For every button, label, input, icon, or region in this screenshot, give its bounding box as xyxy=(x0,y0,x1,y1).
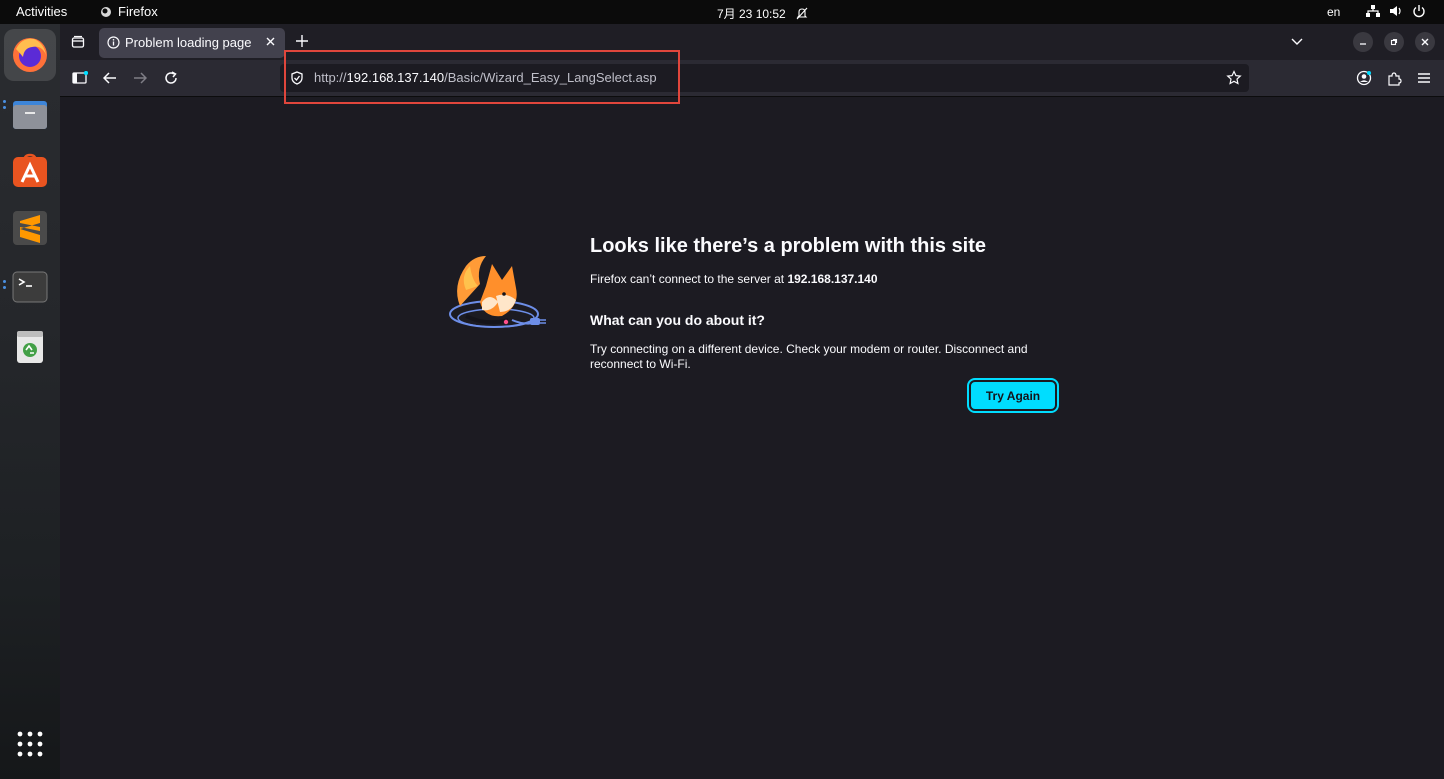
error-title: Looks like there’s a problem with this s… xyxy=(590,235,987,257)
system-top-bar: Activities Firefox 7月 23 10:52 en xyxy=(0,0,1444,24)
tab-bar: Problem loading page xyxy=(60,24,1444,60)
forward-button[interactable] xyxy=(130,68,150,88)
firefox-view-button[interactable] xyxy=(68,32,88,52)
sidebar-icon xyxy=(72,71,88,84)
firefox-view-icon xyxy=(71,35,85,48)
firefox-small-icon xyxy=(101,6,111,17)
dock-firefox[interactable] xyxy=(4,29,56,81)
error-description-text: Firefox can’t connect to the server at xyxy=(590,272,788,286)
error-server-host: 192.168.137.140 xyxy=(787,272,878,286)
dock-files[interactable] xyxy=(4,87,56,139)
dock-sublime-text[interactable] xyxy=(4,202,56,254)
reload-icon xyxy=(165,71,177,84)
clock[interactable]: 7月 23 10:52 xyxy=(717,5,808,22)
sidebar-button[interactable] xyxy=(70,68,90,88)
sublime-text-icon xyxy=(13,211,47,245)
show-apps-icon xyxy=(17,731,43,757)
system-tray[interactable] xyxy=(1366,3,1426,19)
minimize-icon xyxy=(1360,43,1366,45)
tab-close-button[interactable] xyxy=(266,34,275,49)
error-advice: Try connecting on a different device. Ch… xyxy=(590,342,1028,371)
account-icon xyxy=(1356,70,1372,86)
trash-icon xyxy=(17,331,43,363)
files-icon xyxy=(13,101,47,129)
list-all-tabs-button[interactable] xyxy=(1290,34,1304,53)
tab-problem-loading[interactable]: Problem loading page xyxy=(99,28,285,58)
terminal-icon xyxy=(12,271,48,303)
dock-app-center[interactable] xyxy=(4,144,56,196)
dock xyxy=(0,24,61,779)
dock-show-apps[interactable] xyxy=(4,718,56,770)
reload-button[interactable] xyxy=(161,68,181,88)
firefox-window: Problem loading page http://192.168.137.… xyxy=(60,24,1444,779)
error-subtitle: What can you do about it? xyxy=(590,312,765,328)
input-language-indicator[interactable]: en xyxy=(1327,5,1340,19)
fox-unplugged-illustration xyxy=(449,256,546,328)
clock-text: 7月 23 10:52 xyxy=(717,7,786,21)
puzzle-piece-icon xyxy=(1387,71,1402,86)
notifications-muted-icon xyxy=(796,7,808,20)
close-icon xyxy=(1421,38,1429,46)
app-center-icon xyxy=(13,153,47,187)
new-tab-button[interactable] xyxy=(296,31,308,52)
app-menu-button[interactable] xyxy=(1414,68,1434,88)
volume-icon xyxy=(1389,3,1403,19)
account-button[interactable] xyxy=(1354,68,1374,88)
hamburger-menu-icon xyxy=(1418,73,1430,83)
back-arrow-icon xyxy=(103,72,116,84)
firefox-icon xyxy=(13,38,47,72)
dock-trash[interactable] xyxy=(4,320,56,372)
restore-icon xyxy=(1390,38,1398,46)
power-icon xyxy=(1412,3,1426,19)
plus-icon xyxy=(296,35,308,47)
restore-button[interactable] xyxy=(1384,32,1404,52)
app-name: Firefox xyxy=(118,4,158,19)
dock-terminal[interactable] xyxy=(4,261,56,313)
forward-arrow-icon xyxy=(134,72,147,84)
tab-title: Problem loading page xyxy=(125,35,252,50)
error-description: Firefox can’t connect to the server at 1… xyxy=(590,272,878,286)
bookmark-star-icon[interactable] xyxy=(1226,70,1242,86)
back-button[interactable] xyxy=(100,68,120,88)
info-icon xyxy=(107,36,120,49)
chevron-down-icon xyxy=(1291,38,1303,45)
app-menu[interactable]: Firefox xyxy=(100,4,158,19)
extensions-button[interactable] xyxy=(1384,68,1404,88)
network-icon xyxy=(1366,3,1380,19)
url-highlight-annotation xyxy=(284,50,680,104)
close-icon xyxy=(266,37,275,46)
try-again-button[interactable]: Try Again xyxy=(967,378,1059,413)
activities-button[interactable]: Activities xyxy=(16,4,67,19)
minimize-button[interactable] xyxy=(1353,32,1373,52)
navigation-toolbar: http://192.168.137.140/Basic/Wizard_Easy… xyxy=(60,60,1444,97)
close-window-button[interactable] xyxy=(1415,32,1435,52)
